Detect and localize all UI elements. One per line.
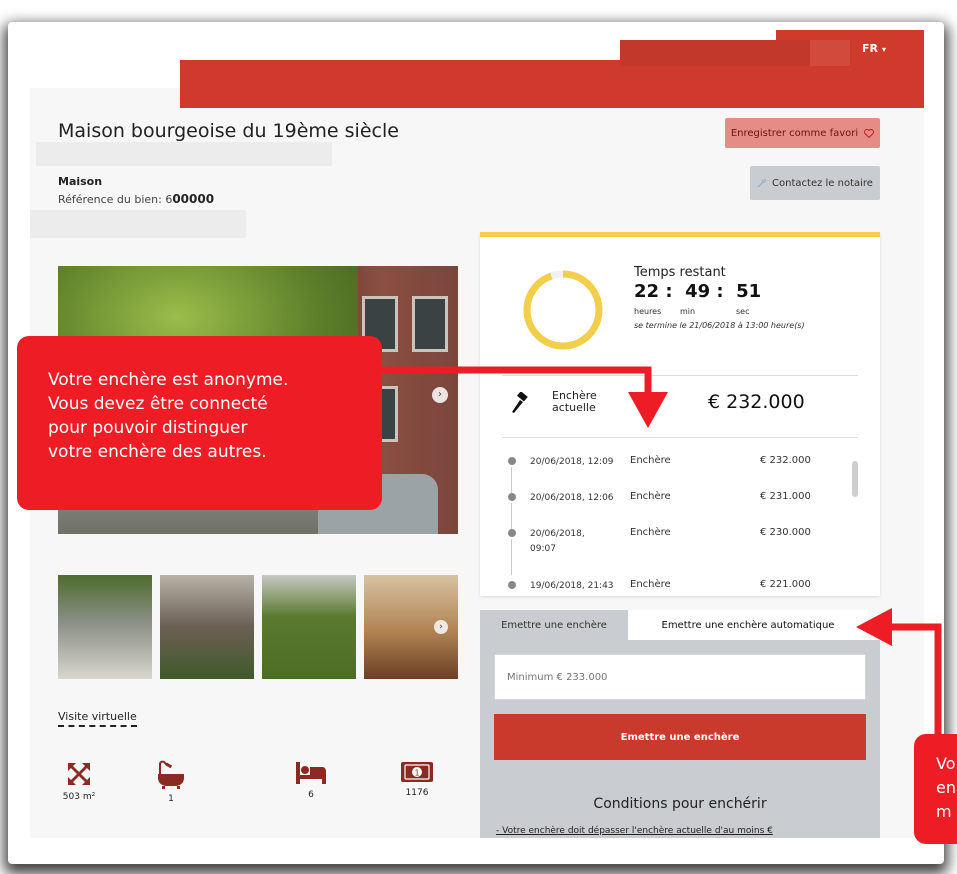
current-bid-amount: € 232.000 [708, 391, 805, 413]
virtual-tour-link[interactable]: Visite virtuelle [58, 710, 137, 727]
feature-cadastral-income: 1 1176 [382, 760, 452, 798]
property-type: Maison [58, 175, 103, 188]
hours-unit: heures [634, 307, 662, 316]
countdown-seconds: 51 [736, 281, 762, 302]
feature-value: 1 [168, 794, 174, 804]
gavel-icon [512, 392, 528, 413]
photo-window [412, 296, 448, 352]
history-dot [508, 529, 516, 537]
heart-icon [864, 128, 875, 138]
thumbnail-strip [58, 575, 462, 679]
history-scrollbar[interactable] [852, 461, 858, 497]
history-connector [511, 467, 512, 495]
redacted-address [36, 142, 332, 166]
feature-bathrooms: 1 [136, 760, 206, 804]
auction-card: Temps restant 22 : 49 : 51 heures min sec … [480, 232, 880, 596]
history-date: 20/06/2018, 12:09 [530, 457, 614, 467]
bed-icon [296, 762, 326, 784]
current-bid-label-line: actuelle [552, 401, 596, 414]
thumbnail[interactable] [262, 575, 356, 679]
callout-line: m [936, 802, 952, 821]
reference-value: 00000 [172, 192, 215, 206]
redacted-info [30, 210, 246, 238]
svg-text:1: 1 [414, 769, 419, 778]
history-amount: € 221.000 [760, 579, 811, 590]
anonymous-bid-callout: Votre enchère est anonyme. Vous devez êt… [17, 336, 382, 510]
callout-line: pour pouvoir distinguer [48, 418, 248, 438]
countdown-hours: 22 [634, 281, 660, 302]
logo-mark-icon [62, 50, 92, 80]
feature-bedrooms: 6 [276, 760, 346, 800]
countdown-ring-icon [523, 270, 603, 350]
notary-icon [757, 178, 767, 188]
auction-end: se termine le 21/06/2018 à 13:00 heure(s… [634, 321, 805, 330]
history-connector [511, 503, 512, 531]
history-type: Enchère [630, 455, 671, 466]
language-selector[interactable]: FR ▾ [862, 42, 886, 55]
area-icon [68, 763, 90, 785]
feature-area: 503 m² [44, 760, 114, 802]
callout-line: Vous devez être connecté [48, 394, 268, 414]
tab-automatic-bid[interactable]: Emettre une enchère automatique [628, 610, 868, 640]
feature-value: 503 m² [62, 792, 96, 802]
history-dot [508, 457, 516, 465]
history-type: Enchère [630, 527, 671, 538]
callout-line: en [936, 778, 956, 797]
favorite-button[interactable]: Enregistrer comme favori [725, 118, 880, 148]
thumbnail-next-arrow-icon[interactable]: › [434, 620, 448, 634]
contact-label: Contactez le notaire [772, 177, 873, 189]
conditions-title: Conditions pour enchérir [593, 796, 767, 812]
divider [502, 437, 858, 438]
automatic-bid-callout: Vo en m [914, 734, 957, 844]
page-title: Maison bourgeoise du 19ème siècle [58, 120, 399, 142]
history-date: 20/06/2018, 12:06 [530, 493, 614, 503]
bid-tabs: Emettre une enchère Emettre une enchère … [480, 610, 880, 640]
cadastral-income-icon: 1 [401, 762, 433, 782]
tab-manual-bid[interactable]: Emettre une enchère [480, 610, 628, 640]
history-connector [511, 539, 512, 575]
chevron-down-icon: ▾ [881, 45, 886, 54]
callout-line: Vo [936, 754, 956, 773]
bid-amount-input[interactable] [494, 654, 866, 700]
history-amount: € 230.000 [760, 527, 811, 538]
thumbnail[interactable] [160, 575, 254, 679]
reference-label: Référence du bien: 6 [58, 193, 173, 206]
history-date: 19/06/2018, 21:43 [530, 581, 614, 591]
timer-title: Temps restant [634, 265, 726, 280]
language-label: FR [862, 42, 878, 55]
countdown: 22 : 49 : 51 [634, 281, 762, 302]
history-dot [508, 581, 516, 589]
history-date: 20/06/2018, 09:07 [530, 529, 585, 554]
current-bid-label: Enchère actuelle [552, 390, 597, 414]
history-amount: € 232.000 [760, 455, 811, 466]
conditions-text: - Votre enchère doit dépasser l'enchère … [496, 826, 773, 836]
contact-notary-button[interactable]: Contactez le notaire [750, 166, 880, 200]
callout-line: votre enchère des autres. [48, 442, 267, 462]
photo-next-arrow-icon[interactable]: › [432, 387, 448, 403]
countdown-minutes: 49 [685, 281, 711, 302]
property-reference: Référence du bien: 600000 [58, 192, 214, 206]
thumbnail[interactable] [58, 575, 152, 679]
history-type: Enchère [630, 579, 671, 590]
bath-icon [158, 760, 184, 789]
history-dot [508, 493, 516, 501]
header-redacted-area-light [810, 40, 850, 66]
bid-history[interactable]: 20/06/2018, 12:09 Enchère € 232.000 20/0… [508, 455, 848, 596]
minutes-unit: min [680, 307, 696, 316]
divider [502, 375, 858, 376]
feature-value: 6 [308, 790, 314, 800]
seconds-unit: sec [736, 307, 750, 316]
callout-line: Votre enchère est anonyme. [48, 370, 289, 390]
countdown-units: heures min sec [634, 307, 750, 316]
place-bid-button[interactable]: Emettre une enchère [494, 714, 866, 760]
history-type: Enchère [630, 491, 671, 502]
feature-value: 1176 [405, 788, 429, 798]
history-amount: € 231.000 [760, 491, 811, 502]
favorite-label: Enregistrer comme favori [730, 127, 859, 139]
